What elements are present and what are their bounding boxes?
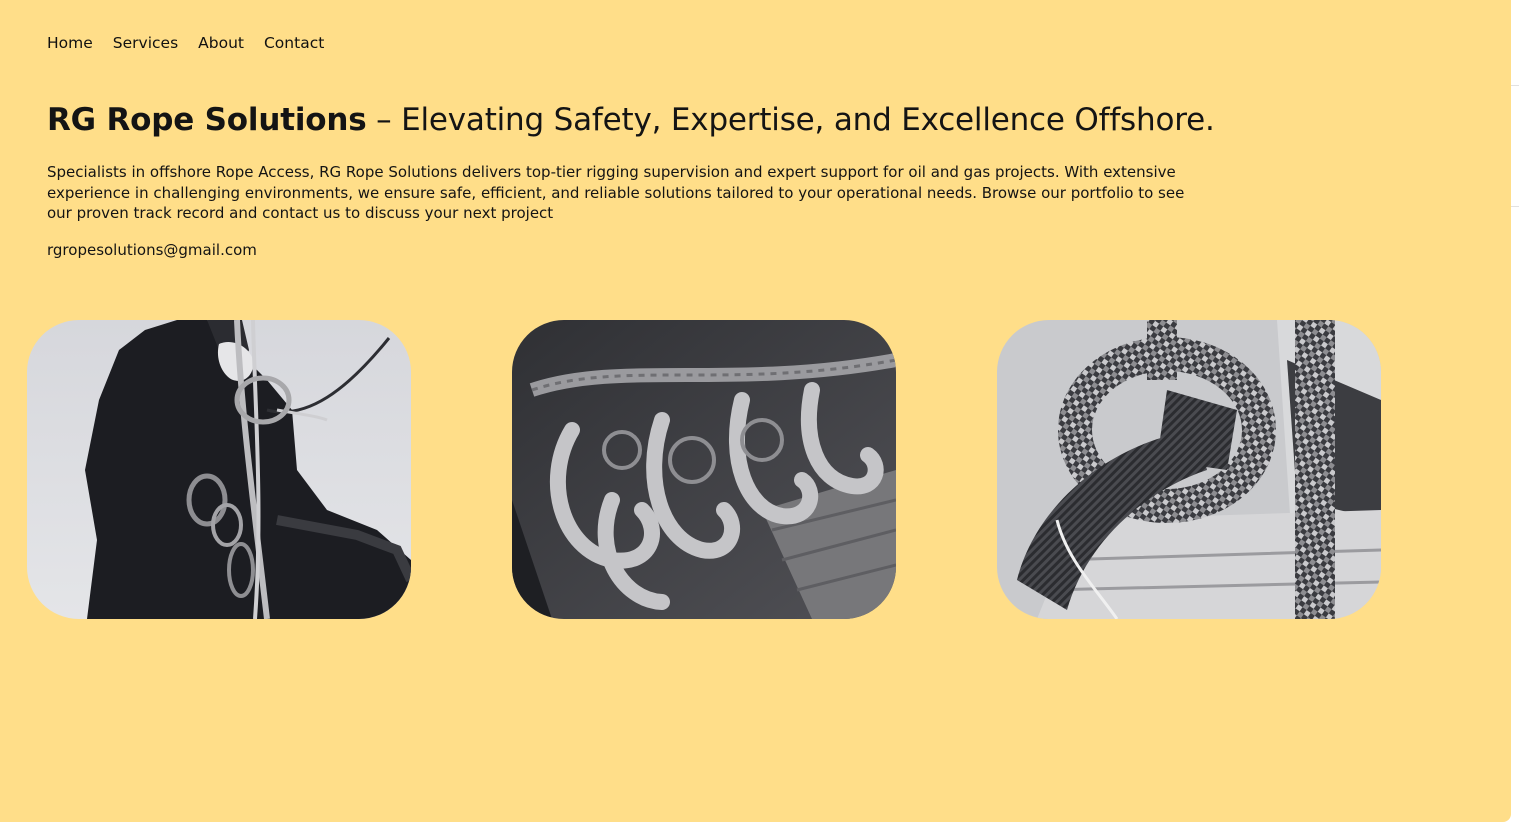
tagline: – Elevating Safety, Expertise, and Excel… — [366, 102, 1215, 138]
intro-paragraph: Specialists in offshore Rope Access, RG … — [47, 163, 1185, 222]
page: Home Services About Contact RG Rope Solu… — [0, 0, 1511, 822]
gallery-image-rigging-hooks — [512, 320, 896, 619]
nav-link-home[interactable]: Home — [47, 33, 93, 53]
gallery-image-rope-knot — [997, 320, 1381, 619]
window-edge-mark — [1511, 206, 1519, 207]
nav-link-services[interactable]: Services — [113, 33, 178, 53]
window-edge — [1511, 0, 1519, 823]
brand-name: RG Rope Solutions — [47, 102, 367, 138]
contact-email[interactable]: rgropesolutions@gmail.com — [47, 240, 257, 260]
window-edge-mark — [1511, 85, 1519, 86]
gallery-image-rope-access — [27, 320, 411, 619]
nav-link-contact[interactable]: Contact — [264, 33, 324, 53]
nav-link-about[interactable]: About — [198, 33, 244, 53]
main-nav: Home Services About Contact — [47, 33, 344, 53]
page-title: RG Rope Solutions – Elevating Safety, Ex… — [47, 100, 1215, 140]
